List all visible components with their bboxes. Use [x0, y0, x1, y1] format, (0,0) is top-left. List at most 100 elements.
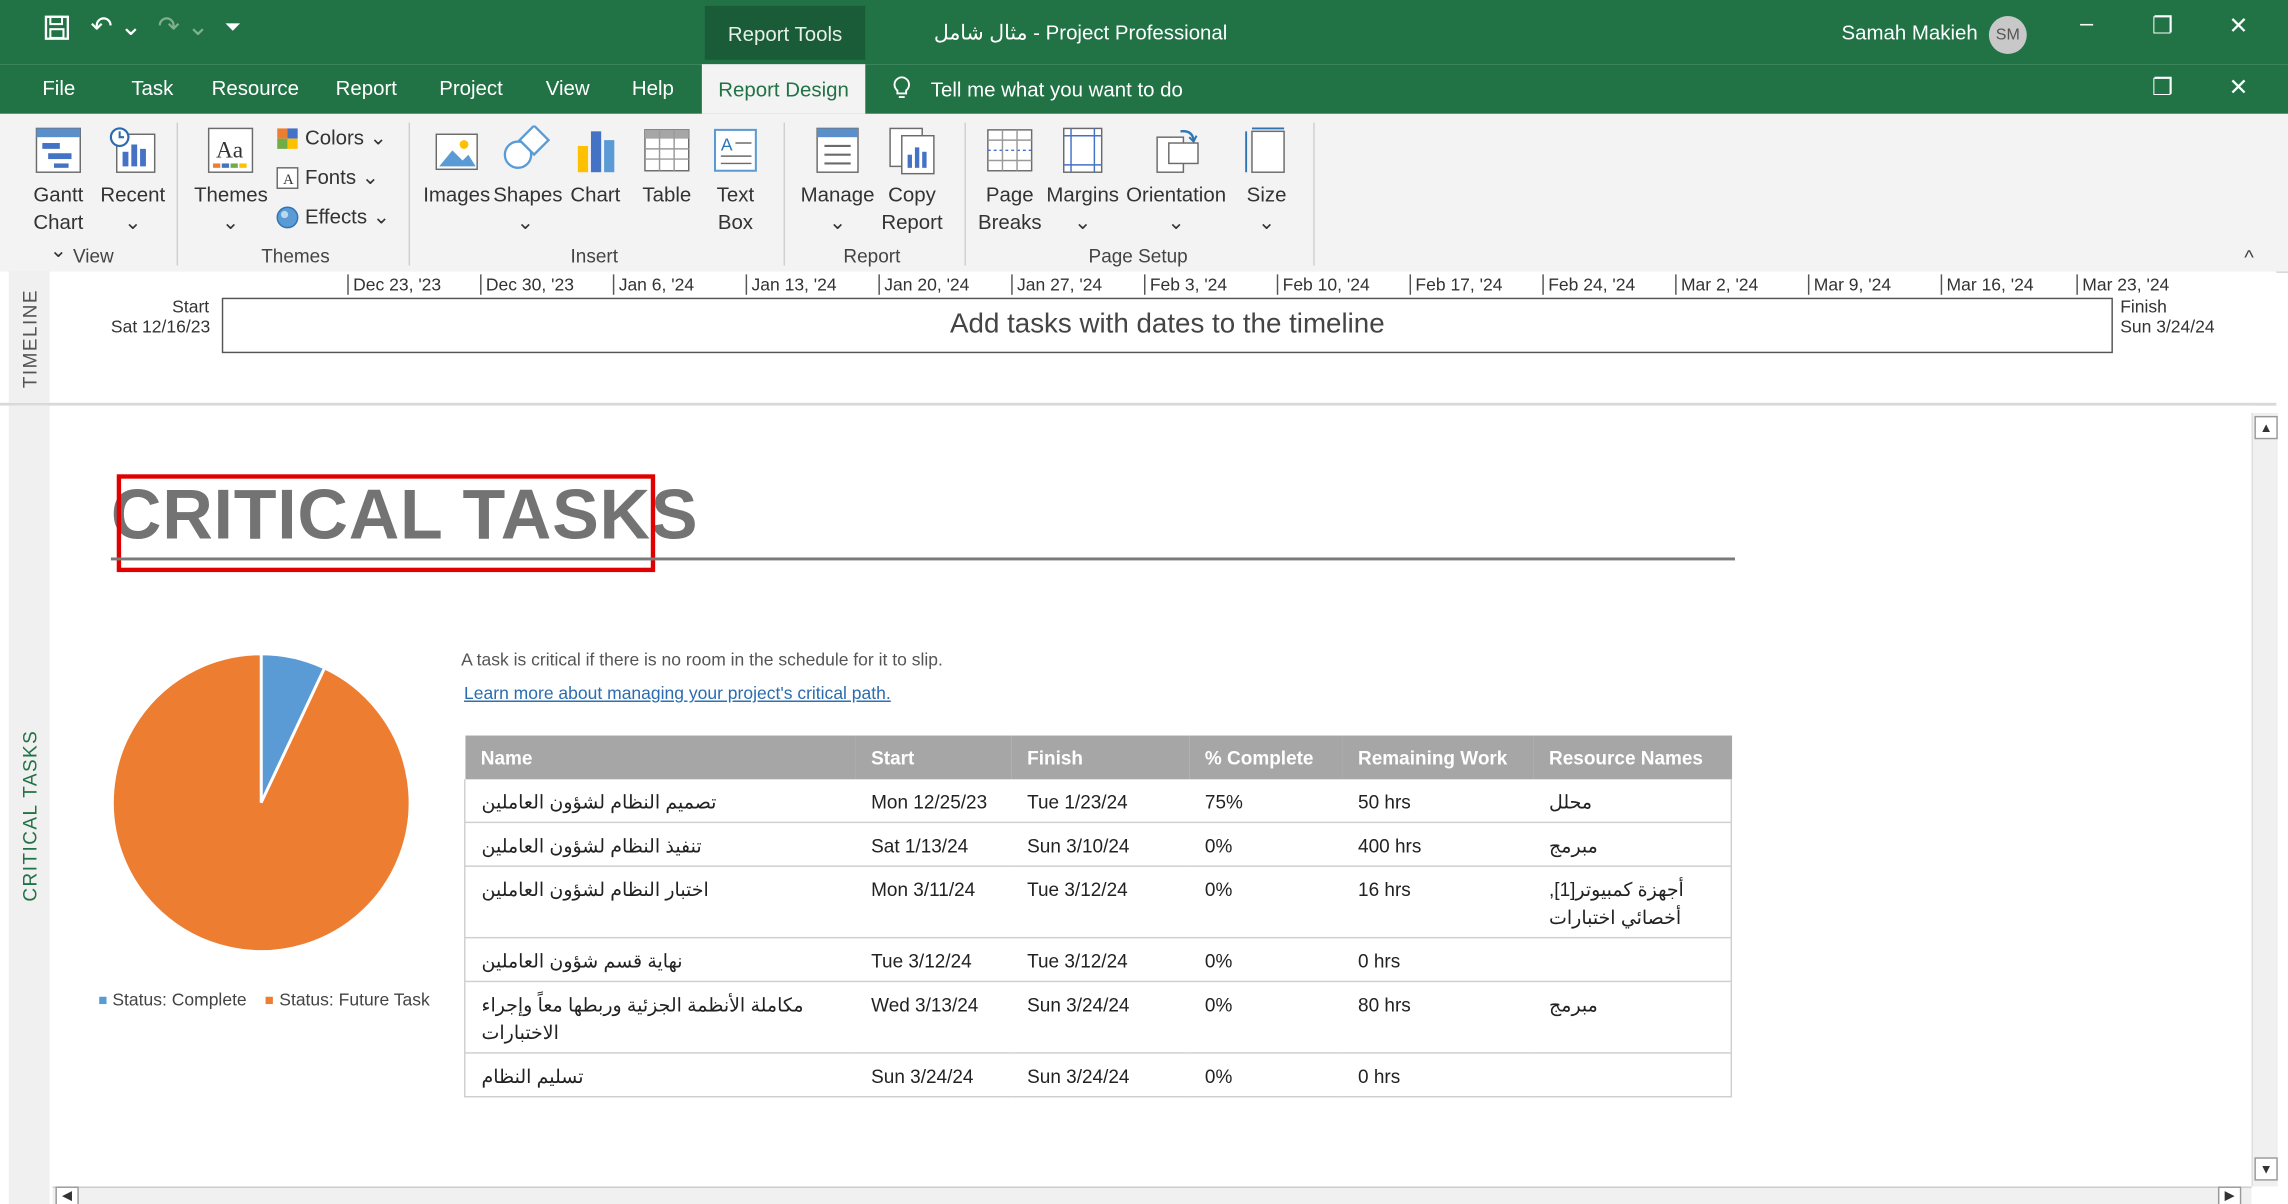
column-header-finish[interactable]: Finish — [1011, 735, 1189, 780]
shapes-button[interactable]: Shapes ⌄ — [493, 125, 562, 237]
tab-file[interactable]: File — [42, 76, 75, 99]
task-remaining-work-cell[interactable]: 0 hrs — [1341, 1052, 1533, 1098]
images-button[interactable]: Images — [422, 126, 492, 209]
column-header-remaining-work[interactable]: Remaining Work — [1341, 735, 1533, 780]
task-resource-cell[interactable] — [1532, 1052, 1733, 1098]
fonts-dropdown[interactable]: A Fonts ⌄ — [276, 165, 379, 190]
themes-button[interactable]: Aa Themes ⌄ — [194, 126, 268, 237]
page-breaks-label-1: Page — [985, 182, 1034, 206]
tab-report-design[interactable]: Report Design — [701, 64, 866, 114]
column-header-percent-complete[interactable]: % Complete — [1188, 735, 1342, 780]
size-button[interactable]: Size ⌄ — [1237, 126, 1295, 237]
task-percent-cell[interactable]: 0% — [1188, 937, 1342, 983]
margins-button[interactable]: Margins ⌄ — [1045, 126, 1121, 237]
column-header-start[interactable]: Start — [855, 735, 1012, 780]
task-start-cell[interactable]: Mon 3/11/24 — [855, 866, 1012, 939]
task-remaining-work-cell[interactable]: 400 hrs — [1341, 822, 1533, 867]
tab-resource[interactable]: Resource — [212, 76, 299, 99]
task-name-cell[interactable]: تصميم النظام لشؤون العاملين — [464, 779, 856, 824]
task-name-cell[interactable]: مكاملة الأنظمة الجزئية وربطها معاً وإجرا… — [464, 981, 856, 1054]
task-resource-cell[interactable] — [1532, 937, 1733, 983]
chart-legend: Status: Complete Status: Future Task — [99, 989, 430, 1010]
close-button[interactable]: ✕ — [2216, 12, 2260, 41]
task-remaining-work-cell[interactable]: 0 hrs — [1341, 937, 1533, 983]
timeline-tick: Mar 9, '24 — [1807, 274, 1891, 295]
task-name-cell[interactable]: تسليم النظام — [464, 1052, 856, 1098]
scroll-left-icon[interactable]: ◀ — [55, 1186, 79, 1204]
pie-slice-future-task[interactable] — [110, 652, 412, 953]
gantt-chart-button[interactable]: Gantt Chart ⌄ — [25, 126, 92, 265]
collapse-ribbon-button[interactable]: ^ — [2244, 245, 2254, 268]
task-finish-cell[interactable]: Tue 3/12/24 — [1011, 937, 1189, 983]
task-start-cell[interactable]: Wed 3/13/24 — [855, 981, 1012, 1054]
task-name-cell[interactable]: تنفيذ النظام لشؤون العاملين — [464, 822, 856, 867]
table-row[interactable]: اختبار النظام لشؤون العاملين Mon 3/11/24… — [464, 866, 1733, 939]
avatar[interactable]: SM — [1988, 16, 2027, 54]
task-start-cell[interactable]: Tue 3/12/24 — [855, 937, 1012, 983]
scroll-up-icon[interactable]: ▲ — [2254, 415, 2278, 440]
column-header-resource-names[interactable]: Resource Names — [1532, 735, 1732, 780]
text-box-button[interactable]: A Text Box — [706, 126, 764, 237]
task-remaining-work-cell[interactable]: 80 hrs — [1341, 981, 1533, 1054]
task-remaining-work-cell[interactable]: 50 hrs — [1341, 779, 1533, 824]
table-button[interactable]: Table — [636, 126, 697, 209]
colors-dropdown[interactable]: Colors ⌄ — [276, 126, 387, 151]
task-finish-cell[interactable]: Sun 3/24/24 — [1011, 981, 1189, 1054]
column-header-name[interactable]: Name — [464, 735, 856, 780]
tab-help[interactable]: Help — [632, 76, 674, 99]
task-start-cell[interactable]: Sun 3/24/24 — [855, 1052, 1012, 1098]
table-row[interactable]: نهاية قسم شؤون العاملين Tue 3/12/24 Tue … — [464, 937, 1733, 983]
task-start-cell[interactable]: Sat 1/13/24 — [855, 822, 1012, 867]
task-resource-cell[interactable]: محلل — [1532, 779, 1733, 824]
vertical-scrollbar[interactable]: ▲ ▼ — [2251, 413, 2278, 1187]
task-percent-cell[interactable]: 0% — [1188, 822, 1342, 867]
table-row[interactable]: تصميم النظام لشؤون العاملين Mon 12/25/23… — [464, 779, 1733, 824]
orientation-button[interactable]: Orientation ⌄ — [1124, 126, 1229, 237]
task-start-cell[interactable]: Mon 12/25/23 — [855, 779, 1012, 824]
horizontal-scrollbar[interactable]: ◀ ▶ — [52, 1186, 2252, 1204]
chart-button[interactable]: Chart — [566, 126, 624, 209]
task-percent-cell[interactable]: 75% — [1188, 779, 1342, 824]
task-finish-cell[interactable]: Sun 3/10/24 — [1011, 822, 1189, 867]
task-resource-cell[interactable]: أجهزة كمبيوتر[1], أخصائي اختبارات — [1532, 866, 1733, 939]
task-name-cell[interactable]: نهاية قسم شؤون العاملين — [464, 937, 856, 983]
pie-chart[interactable] — [110, 648, 415, 957]
recent-button[interactable]: Recent ⌄ — [99, 126, 166, 237]
minimize-button[interactable]: – — [2065, 12, 2109, 38]
task-percent-cell[interactable]: 0% — [1188, 1052, 1342, 1098]
task-remaining-work-cell[interactable]: 16 hrs — [1341, 866, 1533, 939]
task-name-cell[interactable]: اختبار النظام لشؤون العاملين — [464, 866, 856, 939]
tab-project[interactable]: Project — [439, 76, 503, 99]
ribbon-close-button[interactable]: ✕ — [2216, 73, 2260, 102]
tab-task[interactable]: Task — [131, 76, 173, 99]
user-name[interactable]: Samah Makieh — [1841, 20, 1977, 43]
tab-report[interactable]: Report — [336, 76, 397, 99]
critical-tasks-table[interactable]: Name Start Finish % Complete Remaining W… — [464, 735, 1733, 1098]
learn-more-link[interactable]: Learn more about managing your project's… — [464, 683, 891, 703]
customize-quick-access-icon[interactable]: ⏷ — [225, 15, 241, 40]
page-breaks-button[interactable]: Page Breaks — [978, 126, 1042, 237]
task-resource-cell[interactable]: مبرمج — [1532, 822, 1733, 867]
task-resource-cell[interactable]: مبرمج — [1532, 981, 1733, 1054]
tab-view[interactable]: View — [546, 76, 590, 99]
task-percent-cell[interactable]: 0% — [1188, 981, 1342, 1054]
restore-button[interactable]: ❐ — [2141, 12, 2185, 41]
effects-label: Effects ⌄ — [304, 204, 390, 228]
task-finish-cell[interactable]: Tue 3/12/24 — [1011, 866, 1189, 939]
task-finish-cell[interactable]: Sun 3/24/24 — [1011, 1052, 1189, 1098]
save-icon[interactable] — [44, 15, 70, 49]
ribbon-restore-button[interactable]: ❐ — [2141, 73, 2185, 102]
timeline-bar[interactable]: Add tasks with dates to the timeline — [221, 297, 2113, 354]
undo-icon[interactable]: ↶ ⌄ — [90, 12, 141, 43]
table-row[interactable]: مكاملة الأنظمة الجزئية وربطها معاً وإجرا… — [464, 981, 1733, 1054]
copy-report-button[interactable]: Copy Report — [878, 126, 945, 237]
task-percent-cell[interactable]: 0% — [1188, 866, 1342, 939]
effects-dropdown[interactable]: Effects ⌄ — [276, 204, 390, 229]
manage-button[interactable]: Manage ⌄ — [798, 126, 877, 237]
task-finish-cell[interactable]: Tue 1/23/24 — [1011, 779, 1189, 824]
table-row[interactable]: تسليم النظام Sun 3/24/24 Sun 3/24/24 0% … — [464, 1052, 1733, 1098]
scroll-right-icon[interactable]: ▶ — [2217, 1186, 2242, 1204]
tell-me-search[interactable]: Tell me what you want to do — [893, 76, 1183, 101]
table-row[interactable]: تنفيذ النظام لشؤون العاملين Sat 1/13/24 … — [464, 822, 1733, 867]
scroll-down-icon[interactable]: ▼ — [2254, 1157, 2278, 1181]
